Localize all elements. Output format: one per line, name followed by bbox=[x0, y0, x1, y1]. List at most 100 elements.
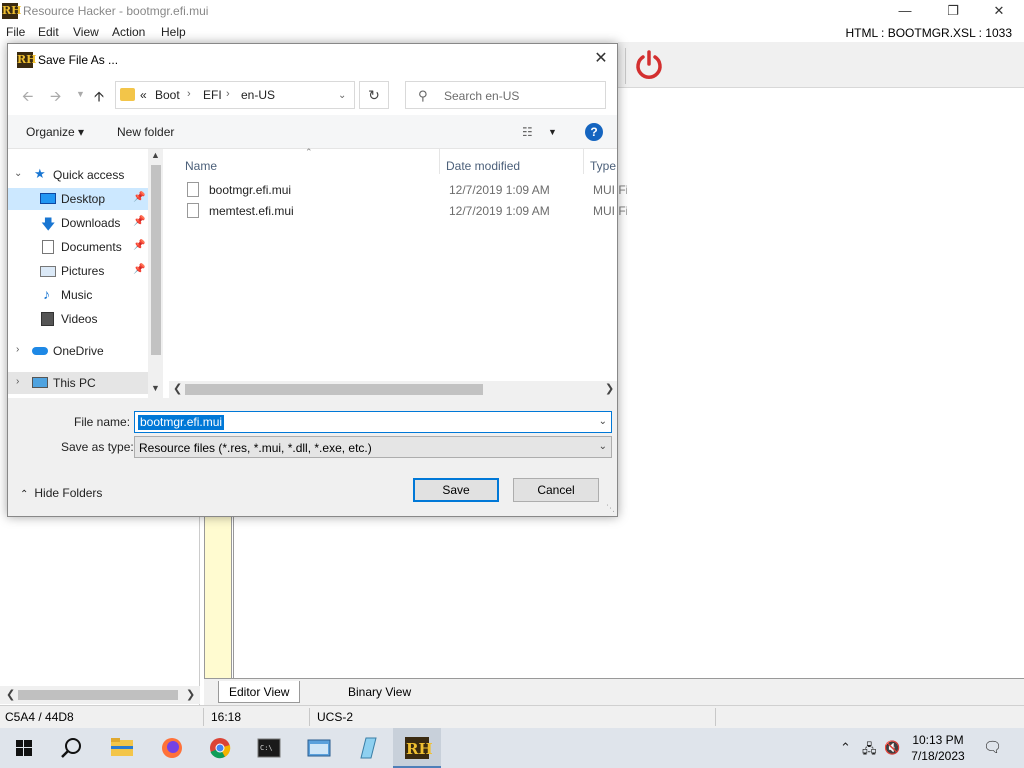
nav-videos[interactable]: Videos bbox=[8, 308, 148, 330]
compile-power-icon[interactable] bbox=[632, 48, 666, 82]
scroll-right-icon[interactable]: ❯ bbox=[605, 382, 614, 395]
nav-desktop[interactable]: Desktop 📌 bbox=[8, 188, 148, 210]
chevron-down-icon[interactable]: ⌄ bbox=[14, 168, 22, 179]
resource-hacker-taskbar-icon[interactable]: RH bbox=[393, 728, 441, 768]
downloads-icon: 🡇 bbox=[41, 216, 56, 232]
scroll-up-icon[interactable]: ▲ bbox=[151, 150, 160, 160]
cancel-button[interactable]: Cancel bbox=[513, 478, 599, 502]
scroll-thumb[interactable] bbox=[18, 690, 178, 700]
back-arrow-icon[interactable]: 🡨 bbox=[22, 86, 33, 110]
file-name-input[interactable]: bootmgr.efi.mui ⌄ bbox=[134, 411, 612, 433]
file-row[interactable]: memtest.efi.mui 12/7/2019 1:09 AM MUI Fi… bbox=[183, 201, 627, 221]
column-date-modified[interactable]: Date modified bbox=[446, 159, 520, 173]
firefox-taskbar-icon[interactable] bbox=[148, 728, 196, 768]
nav-downloads[interactable]: 🡇 Downloads 📌 bbox=[8, 212, 148, 234]
chevron-right-icon[interactable]: › bbox=[16, 344, 19, 355]
command-prompt-taskbar-icon[interactable]: C:\ bbox=[245, 728, 293, 768]
volume-muted-icon[interactable]: 🔇 bbox=[884, 740, 900, 756]
nav-pictures[interactable]: Pictures 📌 bbox=[8, 260, 148, 282]
chevron-down-icon[interactable]: ⌄ bbox=[599, 416, 607, 427]
menu-help[interactable]: Help bbox=[161, 25, 186, 39]
chevron-right-icon[interactable]: › bbox=[187, 88, 191, 100]
start-button[interactable] bbox=[0, 728, 48, 768]
nav-onedrive[interactable]: › OneDrive bbox=[8, 340, 148, 362]
taskbar: C:\ RH ⌃ 🖧 🔇 10:13 PM 7/18/2023 🗨 bbox=[0, 728, 1024, 768]
network-icon[interactable]: 🖧 bbox=[862, 740, 877, 762]
file-list-horizontal-scrollbar[interactable]: ❮ ❯ bbox=[169, 381, 617, 398]
restore-button[interactable]: ❐ bbox=[930, 0, 976, 23]
save-button[interactable]: Save bbox=[413, 478, 499, 502]
pictures-icon bbox=[40, 266, 56, 277]
nav-this-pc[interactable]: › This PC bbox=[8, 372, 148, 394]
resource-hacker-logo-icon: RH bbox=[2, 3, 22, 19]
tab-binary-view[interactable]: Binary View bbox=[338, 681, 421, 703]
column-name[interactable]: Name bbox=[185, 159, 217, 173]
address-dropdown-icon[interactable]: ⌄ bbox=[338, 90, 346, 101]
notifications-icon[interactable]: 🗨 bbox=[983, 738, 1002, 756]
scroll-right-icon[interactable]: ❯ bbox=[186, 688, 195, 701]
chevron-up-icon: ⌃ bbox=[20, 489, 29, 500]
app-titlebar: RH Resource Hacker - bootmgr.efi.mui — ❐… bbox=[0, 0, 1024, 23]
save-as-type-value: Resource files (*.res, *.mui, *.dll, *.e… bbox=[139, 441, 372, 455]
hide-folders-button[interactable]: ⌃ Hide Folders bbox=[20, 486, 102, 500]
show-hidden-icons-chevron-icon[interactable]: ⌃ bbox=[840, 740, 851, 756]
file-list-pane[interactable]: ⌃ Name Date modified Type bootmgr.efi.mu… bbox=[163, 147, 627, 398]
pin-icon: 📌 bbox=[133, 216, 146, 227]
save-as-type-select[interactable]: Resource files (*.res, *.mui, *.dll, *.e… bbox=[134, 436, 612, 458]
nav-documents[interactable]: Documents 📌 bbox=[8, 236, 148, 258]
minimize-button[interactable]: — bbox=[882, 0, 928, 23]
scroll-thumb[interactable] bbox=[185, 384, 483, 395]
refresh-icon[interactable]: ↻ bbox=[359, 81, 389, 109]
file-row[interactable]: bootmgr.efi.mui 12/7/2019 1:09 AM MUI Fi… bbox=[183, 180, 627, 200]
dialog-close-button[interactable]: ✕ bbox=[585, 44, 617, 75]
view-options-chevron-icon[interactable]: ▼ bbox=[548, 127, 557, 137]
search-box[interactable]: ⚲ Search en-US bbox=[405, 81, 606, 109]
chevron-down-icon[interactable]: ⌄ bbox=[599, 441, 607, 452]
menu-file[interactable]: File bbox=[6, 25, 25, 39]
resize-grip-icon[interactable]: ⋱ bbox=[606, 503, 615, 514]
pin-icon: 📌 bbox=[133, 192, 146, 203]
address-segment-boot[interactable]: Boot bbox=[155, 88, 180, 102]
scroll-down-icon[interactable]: ▼ bbox=[151, 383, 160, 393]
file-explorer-taskbar-icon[interactable] bbox=[98, 728, 146, 768]
nav-quick-access[interactable]: ⌄ ★ Quick access bbox=[8, 164, 148, 186]
forward-arrow-icon[interactable]: 🡪 bbox=[50, 86, 61, 110]
menu-edit[interactable]: Edit bbox=[38, 25, 59, 39]
menu-view[interactable]: View bbox=[73, 25, 99, 39]
app-window-taskbar-icon[interactable] bbox=[295, 728, 343, 768]
view-tabs: Editor View Binary View bbox=[204, 679, 1024, 705]
new-folder-button[interactable]: New folder bbox=[117, 125, 174, 139]
scroll-left-icon[interactable]: ❮ bbox=[173, 382, 182, 395]
tree-horizontal-scrollbar[interactable]: ❮ ❯ bbox=[0, 686, 200, 704]
system-clock[interactable]: 10:13 PM 7/18/2023 bbox=[904, 732, 972, 764]
menu-action[interactable]: Action bbox=[112, 25, 145, 39]
file-name-label: File name: bbox=[74, 415, 131, 429]
chrome-taskbar-icon[interactable] bbox=[196, 728, 244, 768]
svg-text:RH: RH bbox=[406, 740, 433, 758]
up-arrow-icon[interactable]: 🡩 bbox=[94, 86, 104, 110]
address-segment-efi[interactable]: EFI bbox=[203, 88, 222, 102]
dialog-title: Save File As ... bbox=[38, 53, 119, 67]
close-button[interactable]: ✕ bbox=[976, 0, 1022, 23]
scroll-left-icon[interactable]: ❮ bbox=[6, 688, 15, 701]
app-title: Resource Hacker - bootmgr.efi.mui bbox=[23, 4, 209, 18]
view-options-icon[interactable]: ☷ bbox=[522, 125, 533, 139]
chevron-right-icon[interactable]: › bbox=[16, 376, 19, 387]
column-type[interactable]: Type bbox=[590, 159, 616, 173]
file-name-value[interactable]: bootmgr.efi.mui bbox=[138, 415, 225, 430]
search-taskbar-button[interactable] bbox=[48, 728, 96, 768]
address-overflow[interactable]: « bbox=[140, 88, 147, 102]
organize-menu[interactable]: Organize ▾ bbox=[26, 125, 84, 139]
address-bar[interactable]: « Boot › EFI › en-US ⌄ bbox=[115, 81, 355, 109]
help-icon[interactable]: ? bbox=[585, 123, 603, 141]
notepad-taskbar-icon[interactable] bbox=[344, 728, 392, 768]
chevron-right-icon[interactable]: › bbox=[226, 88, 230, 100]
tab-editor-view[interactable]: Editor View bbox=[218, 681, 301, 703]
nav-music[interactable]: ♪ Music bbox=[8, 284, 148, 306]
scroll-thumb[interactable] bbox=[151, 165, 161, 355]
recent-locations-chevron-icon[interactable]: ▼ bbox=[76, 89, 85, 99]
address-segment-en-us[interactable]: en-US bbox=[241, 88, 275, 102]
navigation-vertical-scrollbar[interactable]: ▲ ▼ bbox=[148, 149, 163, 398]
search-input[interactable]: Search en-US bbox=[444, 89, 519, 103]
resource-tree-pane[interactable] bbox=[0, 516, 200, 706]
